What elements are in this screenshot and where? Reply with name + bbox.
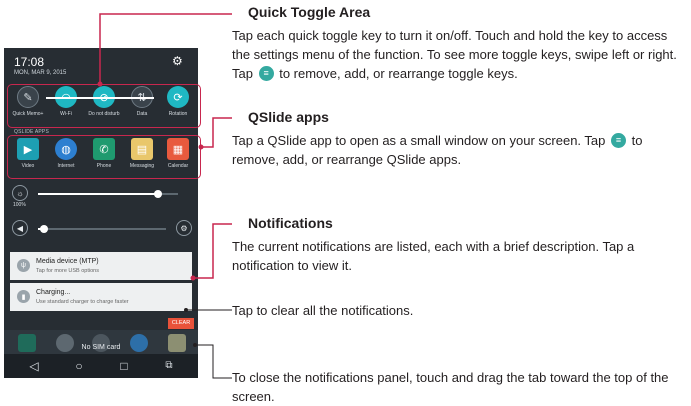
desc-qslide: Tap a QSlide app to open as a small wind…	[232, 131, 687, 169]
heading-qslide: QSlide apps	[248, 109, 329, 125]
edit-toggles-icon	[258, 66, 274, 81]
heading-notifications: Notifications	[248, 215, 333, 231]
edit-qslide-icon	[611, 133, 626, 148]
desc-close-panel: To close the notifications panel, touch …	[232, 370, 669, 404]
desc-quick-toggle: Tap each quick toggle key to turn it on/…	[232, 26, 687, 83]
desc-text: to remove, add, or rearrange toggle keys…	[279, 66, 518, 81]
heading-quick-toggle: Quick Toggle Area	[248, 4, 371, 20]
desc-clear: Tap to clear all the notifications.	[232, 303, 414, 318]
desc-text: Tap a QSlide app to open as a small wind…	[232, 133, 606, 148]
desc-notifications: The current notifications are listed, ea…	[232, 239, 635, 273]
